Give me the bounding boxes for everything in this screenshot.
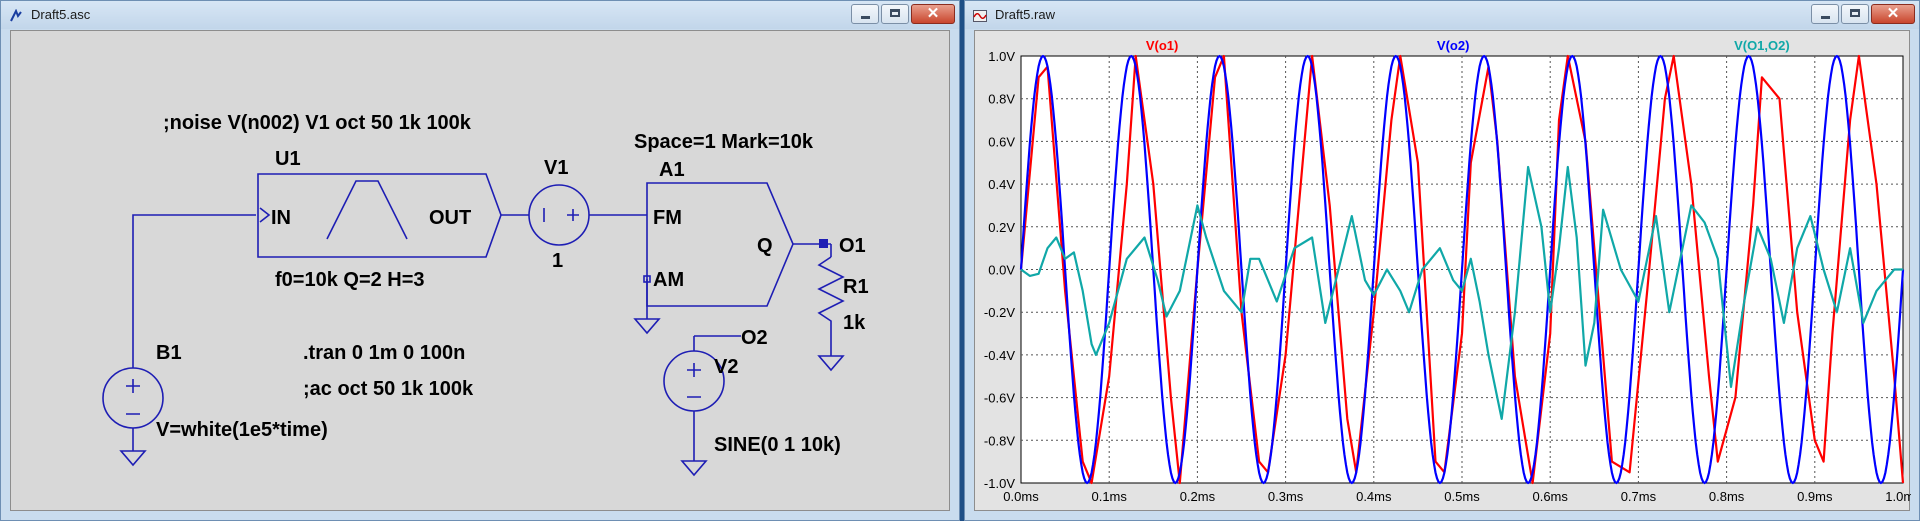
v1-value[interactable]: 1 bbox=[552, 250, 563, 272]
o1-net-label[interactable]: O1 bbox=[839, 235, 866, 257]
maximize-icon bbox=[890, 9, 900, 17]
y-tick-label: 0.6V bbox=[988, 134, 1015, 149]
x-tick-label: 0.3ms bbox=[1268, 489, 1304, 504]
u1-out-label: OUT bbox=[429, 207, 471, 229]
waveform-titlebar[interactable]: Draft5.raw ✕ bbox=[965, 1, 1919, 29]
close-button[interactable]: ✕ bbox=[1871, 4, 1915, 24]
minimize-button[interactable] bbox=[851, 4, 879, 24]
ac-directive[interactable]: ;ac oct 50 1k 100k bbox=[303, 378, 474, 400]
v1-polarity-icon bbox=[543, 208, 579, 222]
v1-name[interactable]: V1 bbox=[544, 157, 568, 179]
ground-icon bbox=[817, 355, 845, 372]
x-axis-ticks: 0.0ms 0.1ms 0.2ms 0.3ms 0.4ms 0.5ms 0.6ms 0.7ms… bbox=[1003, 489, 1920, 504]
o1-node-marker bbox=[819, 239, 828, 248]
u1-in-label: IN bbox=[271, 207, 291, 229]
x-tick-label: 0.2ms bbox=[1180, 489, 1216, 504]
y-tick-label: 0.0V bbox=[988, 263, 1015, 278]
waveform-window: Draft5.raw ✕ 1.0V 0.8V 0.6V 0.4V 0.2V 0.0V -0.… bbox=[964, 0, 1920, 521]
maximize-button[interactable] bbox=[881, 4, 909, 24]
waveform-plot[interactable]: 1.0V 0.8V 0.6V 0.4V 0.2V 0.0V -0.2V -0.4V -0.6V -… bbox=[975, 31, 1920, 513]
r1-value[interactable]: 1k bbox=[843, 312, 866, 334]
waveform-window-title: Draft5.raw bbox=[995, 7, 1055, 22]
schematic-canvas[interactable]: ;noise V(n002) V1 oct 50 1k 100k U1 IN O… bbox=[10, 30, 950, 511]
y-tick-label: -0.4V bbox=[984, 348, 1015, 363]
x-tick-label: 0.7ms bbox=[1621, 489, 1657, 504]
x-tick-label: 1.0ms bbox=[1885, 489, 1911, 504]
x-tick-label: 0.6ms bbox=[1532, 489, 1568, 504]
r1-resistor[interactable] bbox=[817, 256, 845, 356]
legend-label[interactable]: V(O1,O2) bbox=[1734, 38, 1790, 53]
v2-name[interactable]: V2 bbox=[714, 356, 738, 378]
plot-pane[interactable]: 1.0V 0.8V 0.6V 0.4V 0.2V 0.0V -0.2V -0.4V -0.6V -… bbox=[974, 30, 1920, 513]
ground-icon bbox=[633, 318, 661, 335]
legend-label[interactable]: V(o2) bbox=[1437, 38, 1470, 53]
close-icon: ✕ bbox=[926, 5, 940, 22]
x-tick-label: 0.5ms bbox=[1444, 489, 1480, 504]
minimize-button[interactable] bbox=[1811, 4, 1839, 24]
b1-polarity-icon bbox=[126, 379, 140, 415]
x-tick-label: 0.4ms bbox=[1356, 489, 1392, 504]
v1-source-circle[interactable] bbox=[528, 184, 590, 246]
schematic-window: Draft5.asc ✕ ;noise V(n002) V1 oct 50 1k… bbox=[0, 0, 960, 521]
r1-name[interactable]: R1 bbox=[843, 276, 869, 298]
b1-value[interactable]: V=white(1e5*time) bbox=[156, 419, 328, 441]
ltspice-schematic-icon bbox=[10, 9, 22, 22]
y-tick-label: -0.2V bbox=[984, 305, 1015, 320]
close-icon: ✕ bbox=[1886, 5, 1900, 22]
legend-label[interactable]: V(o1) bbox=[1146, 38, 1179, 53]
schematic-titlebar[interactable]: Draft5.asc ✕ bbox=[1, 1, 959, 29]
y-tick-label: -0.6V bbox=[984, 391, 1015, 406]
a1-am-label: AM bbox=[653, 269, 684, 291]
maximize-icon bbox=[1850, 9, 1860, 17]
wire-v2-o2[interactable] bbox=[693, 335, 741, 351]
noise-directive[interactable]: ;noise V(n002) V1 oct 50 1k 100k bbox=[163, 112, 472, 134]
x-tick-label: 0.8ms bbox=[1709, 489, 1745, 504]
a1-params[interactable]: Space=1 Mark=10k bbox=[634, 131, 814, 153]
bandpass-symbol-icon bbox=[326, 180, 408, 240]
a1-name[interactable]: A1 bbox=[659, 159, 685, 181]
o2-net-label[interactable]: O2 bbox=[741, 327, 768, 349]
x-tick-label: 0.0ms bbox=[1003, 489, 1039, 504]
b1-name[interactable]: B1 bbox=[156, 342, 182, 364]
minimize-icon bbox=[861, 16, 870, 19]
x-tick-label: 0.9ms bbox=[1797, 489, 1833, 504]
u1-in-pin-marker bbox=[259, 207, 271, 223]
u1-params[interactable]: f0=10k Q=2 H=3 bbox=[275, 269, 425, 291]
trace-legend: V(o1) V(o2) V(O1,O2) bbox=[1146, 38, 1790, 53]
y-tick-label: 1.0V bbox=[988, 49, 1015, 64]
y-tick-label: -0.8V bbox=[984, 433, 1015, 448]
y-tick-label: 0.2V bbox=[988, 220, 1015, 235]
wire-b1-u1[interactable] bbox=[132, 214, 256, 368]
minimize-icon bbox=[1821, 16, 1830, 19]
y-axis-ticks: 1.0V 0.8V 0.6V 0.4V 0.2V 0.0V -0.2V -0.4V -0.6V -… bbox=[984, 49, 1015, 491]
tran-directive[interactable]: .tran 0 1m 0 100n bbox=[303, 342, 465, 364]
maximize-button[interactable] bbox=[1841, 4, 1869, 24]
y-tick-label: 0.4V bbox=[988, 177, 1015, 192]
x-tick-label: 0.1ms bbox=[1091, 489, 1127, 504]
y-tick-label: 0.8V bbox=[988, 92, 1015, 107]
u1-name[interactable]: U1 bbox=[275, 148, 301, 170]
schematic-window-controls: ✕ bbox=[849, 4, 955, 26]
schematic-window-title: Draft5.asc bbox=[31, 7, 91, 22]
ground-icon bbox=[680, 460, 708, 477]
schematic-drawing[interactable]: ;noise V(n002) V1 oct 50 1k 100k U1 IN O… bbox=[11, 31, 951, 513]
b1-source-circle[interactable] bbox=[102, 367, 164, 429]
a1-q-label: Q bbox=[757, 235, 773, 257]
close-button[interactable]: ✕ bbox=[911, 4, 955, 24]
ground-icon bbox=[119, 450, 147, 467]
waveform-window-controls: ✕ bbox=[1809, 4, 1915, 26]
waveform-viewer-icon bbox=[973, 10, 987, 22]
v2-value[interactable]: SINE(0 1 10k) bbox=[714, 434, 841, 456]
v2-polarity-icon bbox=[687, 363, 701, 398]
a1-fm-label: FM bbox=[653, 207, 682, 229]
